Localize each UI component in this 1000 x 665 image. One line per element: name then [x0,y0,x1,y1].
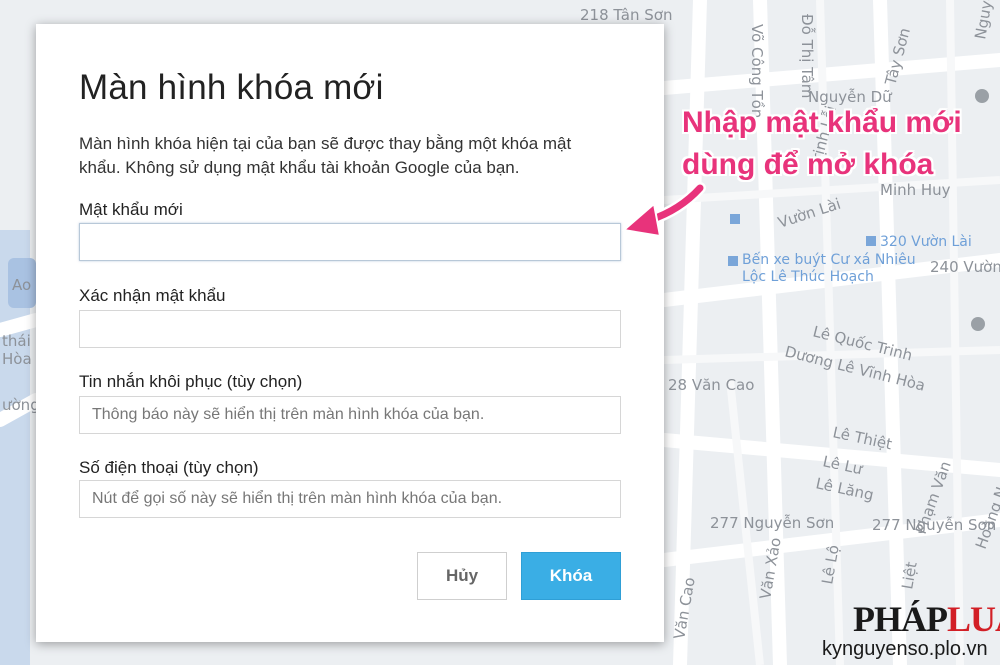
map-label: 277 Nguyễn Sơn [872,516,996,534]
confirm-password-label: Xác nhận mật khẩu [79,286,226,305]
new-password-label: Mật khẩu mới [79,200,183,219]
bus-stop-icon [728,256,738,266]
annotation-callout: Nhập mật khẩu mới dùng để mở khóa [682,102,992,186]
map-label: thái [2,332,31,350]
new-password-input[interactable] [79,223,621,261]
dialog-title: Màn hình khóa mới [79,68,384,107]
map-label: Hòa [2,350,32,368]
watermark-url: kynguyenso.plo.vn [822,638,988,660]
bus-stop-icon [866,236,876,246]
map-label: 320 Vườn Lài [880,234,972,250]
cancel-button[interactable]: Hủy [417,552,507,600]
annotation-arrow-icon [621,182,706,238]
phone-number-input[interactable] [79,480,621,518]
new-lock-screen-dialog: Màn hình khóa mới Màn hình khóa hiện tại… [36,24,664,642]
map-label: 240 Vườn [930,258,1000,276]
lock-button[interactable]: Khóa [521,552,621,600]
recovery-message-label: Tin nhắn khôi phục (tùy chọn) [79,372,303,391]
map-label: 218 Tân Sơn [580,6,672,24]
annotation-line-2: dùng để mở khóa [682,148,934,181]
phone-number-label: Số điện thoại (tùy chọn) [79,458,259,477]
map-label: Đỗ Thị Tâm [798,14,816,98]
poi-icon [975,89,989,103]
confirm-password-input[interactable] [79,310,621,348]
map-label: Ao [12,276,31,294]
map-label: 277 Nguyễn Sơn [710,514,834,532]
annotation-line-1: Nhập mật khẩu mới [682,106,962,139]
recovery-message-input[interactable] [79,396,621,434]
phapluat-logo: PHÁPLUẬT [853,599,1000,639]
poi-icon [971,317,985,331]
map-label: ường [2,396,40,414]
map-label: Lộc Lê Thúc Hoạch [742,269,874,285]
dialog-description: Màn hình khóa hiện tại của bạn sẽ được t… [79,134,572,177]
map-label: Bến xe buýt Cư xá Nhiêu [742,251,916,268]
map-label: 28 Văn Cao [668,376,754,394]
bus-stop-icon [730,214,740,224]
